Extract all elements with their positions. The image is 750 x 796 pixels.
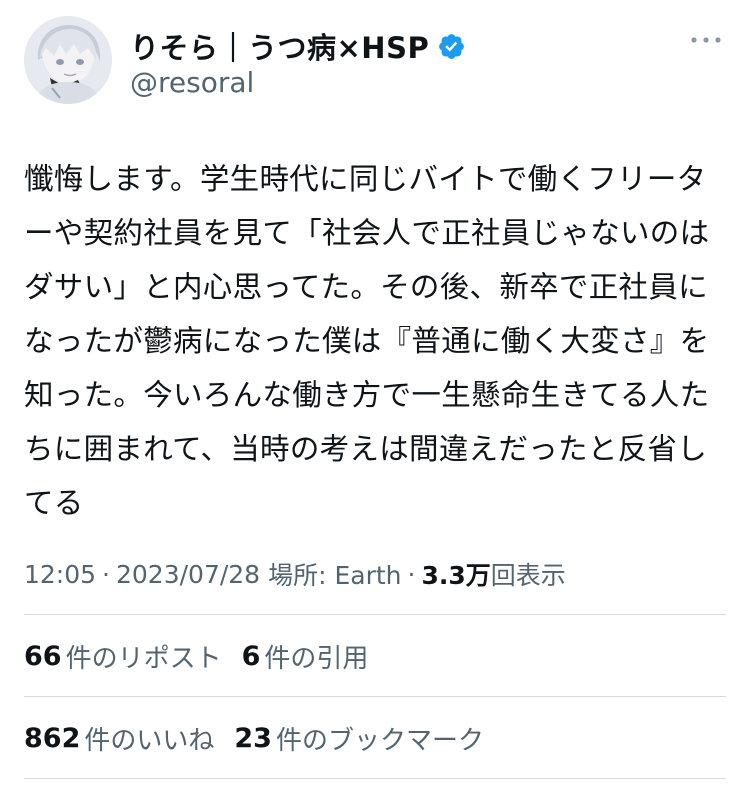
likes-stat[interactable]: 862 件のいいね [24, 720, 214, 757]
bookmarks-count: 23 [234, 722, 272, 754]
likes-count: 862 [24, 722, 81, 754]
bookmarks-stat[interactable]: 23 件のブックマーク [234, 720, 484, 757]
quotes-count: 6 [241, 640, 261, 672]
tweet-location: 場所: Earth [268, 561, 402, 590]
name-row: りそら｜うつ病×HSP [130, 26, 466, 66]
stats-row-likes: 862 件のいいね 23 件のブックマーク [24, 713, 504, 763]
quotes-label: 件の引用 [264, 643, 369, 674]
divider [24, 614, 726, 615]
avatar-image [24, 16, 112, 104]
avatar[interactable] [24, 16, 112, 104]
tweet-time[interactable]: 12:05 [24, 560, 96, 589]
meta-separator-2: · [407, 559, 416, 589]
tweet-text: 懺悔します。学生時代に同じバイトで働くフリーターや契約社員を見て「社会人で正社員… [24, 162, 710, 520]
stats-row-reposts: 66 件のリポスト 6 件の引用 [24, 631, 388, 681]
meta-separator: · [102, 559, 110, 589]
reposts-count: 66 [24, 640, 62, 672]
divider [24, 696, 726, 697]
more-options-icon[interactable] [688, 30, 724, 50]
reposts-stat[interactable]: 66 件のリポスト [24, 638, 222, 675]
views-label: 回表示 [490, 561, 566, 590]
likes-label: 件のいいね [84, 725, 215, 756]
user-handle[interactable]: @resoral [130, 66, 254, 99]
tweet-date[interactable]: 2023/07/28 [116, 560, 260, 589]
tweet-header: りそら｜うつ病×HSP @resoral [24, 16, 726, 106]
quotes-stat[interactable]: 6 件の引用 [242, 638, 369, 675]
bookmarks-label: 件のブックマーク [275, 725, 484, 756]
reposts-label: 件のリポスト [65, 643, 222, 674]
views-count: 3.3万 [421, 561, 491, 590]
tweet-meta: 12:05 · 2023/07/28 場所: Earth · 3.3万 回表示 [24, 554, 566, 594]
verified-badge-icon [437, 32, 466, 61]
divider [24, 778, 726, 779]
display-name[interactable]: りそら｜うつ病×HSP [130, 25, 429, 67]
